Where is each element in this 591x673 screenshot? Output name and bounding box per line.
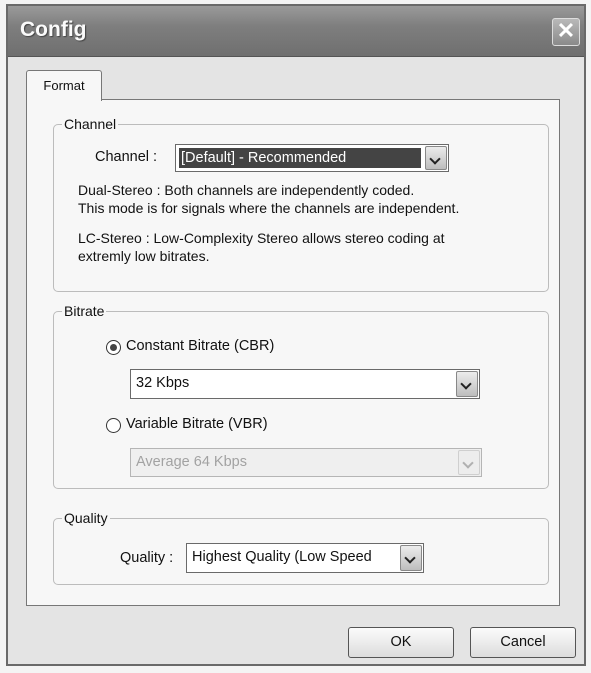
format-tab-panel: Channel Channel : [Default] - Recommende… xyxy=(26,99,560,606)
chevron-down-icon[interactable] xyxy=(425,146,447,170)
chevron-down-icon[interactable] xyxy=(400,545,422,571)
channel-group: Channel Channel : [Default] - Recommende… xyxy=(53,116,549,292)
vbr-bitrate-select: Average 64 Kbps xyxy=(130,448,482,477)
bitrate-group-legend: Bitrate xyxy=(64,303,105,319)
bitrate-group: Bitrate Constant Bitrate (CBR) 32 Kbps V… xyxy=(53,303,549,489)
cancel-button[interactable]: Cancel xyxy=(470,627,576,658)
quality-label: Quality : xyxy=(120,550,174,566)
channel-select[interactable]: [Default] - Recommended xyxy=(175,144,449,172)
chevron-down-icon[interactable] xyxy=(456,371,478,397)
window-title: Config xyxy=(20,18,87,41)
vbr-label[interactable]: Variable Bitrate (VBR) xyxy=(126,416,268,432)
cbr-label[interactable]: Constant Bitrate (CBR) xyxy=(126,338,274,354)
ok-button[interactable]: OK xyxy=(348,627,454,658)
cbr-bitrate-select[interactable]: 32 Kbps xyxy=(130,369,480,399)
vbr-bitrate-value: Average 64 Kbps xyxy=(136,454,247,470)
dual-stereo-description: Dual-Stereo : Both channels are independ… xyxy=(78,182,415,198)
close-icon: ✕ xyxy=(556,18,576,43)
tab-format[interactable]: Format xyxy=(26,70,102,101)
quality-select[interactable]: Highest Quality (Low Speed xyxy=(186,543,424,573)
lc-stereo-description: LC-Stereo : Low-Complexity Stereo allows… xyxy=(78,230,445,246)
vbr-radio[interactable] xyxy=(106,418,121,433)
quality-select-value: Highest Quality (Low Speed xyxy=(192,549,372,565)
dual-stereo-description-cont: This mode is for signals where the chann… xyxy=(78,200,460,216)
lc-stereo-description-cont: extremly low bitrates. xyxy=(78,248,210,264)
cbr-radio[interactable] xyxy=(106,340,121,355)
chevron-down-icon xyxy=(458,450,480,475)
config-dialog: Config ✕ Format Channel Channel : [Defau… xyxy=(6,4,586,666)
channel-group-legend: Channel xyxy=(64,116,117,132)
cbr-bitrate-value: 32 Kbps xyxy=(136,375,190,391)
title-bar[interactable]: Config ✕ xyxy=(8,6,584,57)
quality-group: Quality Quality : Highest Quality (Low S… xyxy=(53,510,549,585)
close-button[interactable]: ✕ xyxy=(552,18,580,46)
channel-label: Channel : xyxy=(95,149,158,165)
channel-select-value: [Default] - Recommended xyxy=(181,150,347,166)
quality-group-legend: Quality xyxy=(64,510,108,526)
